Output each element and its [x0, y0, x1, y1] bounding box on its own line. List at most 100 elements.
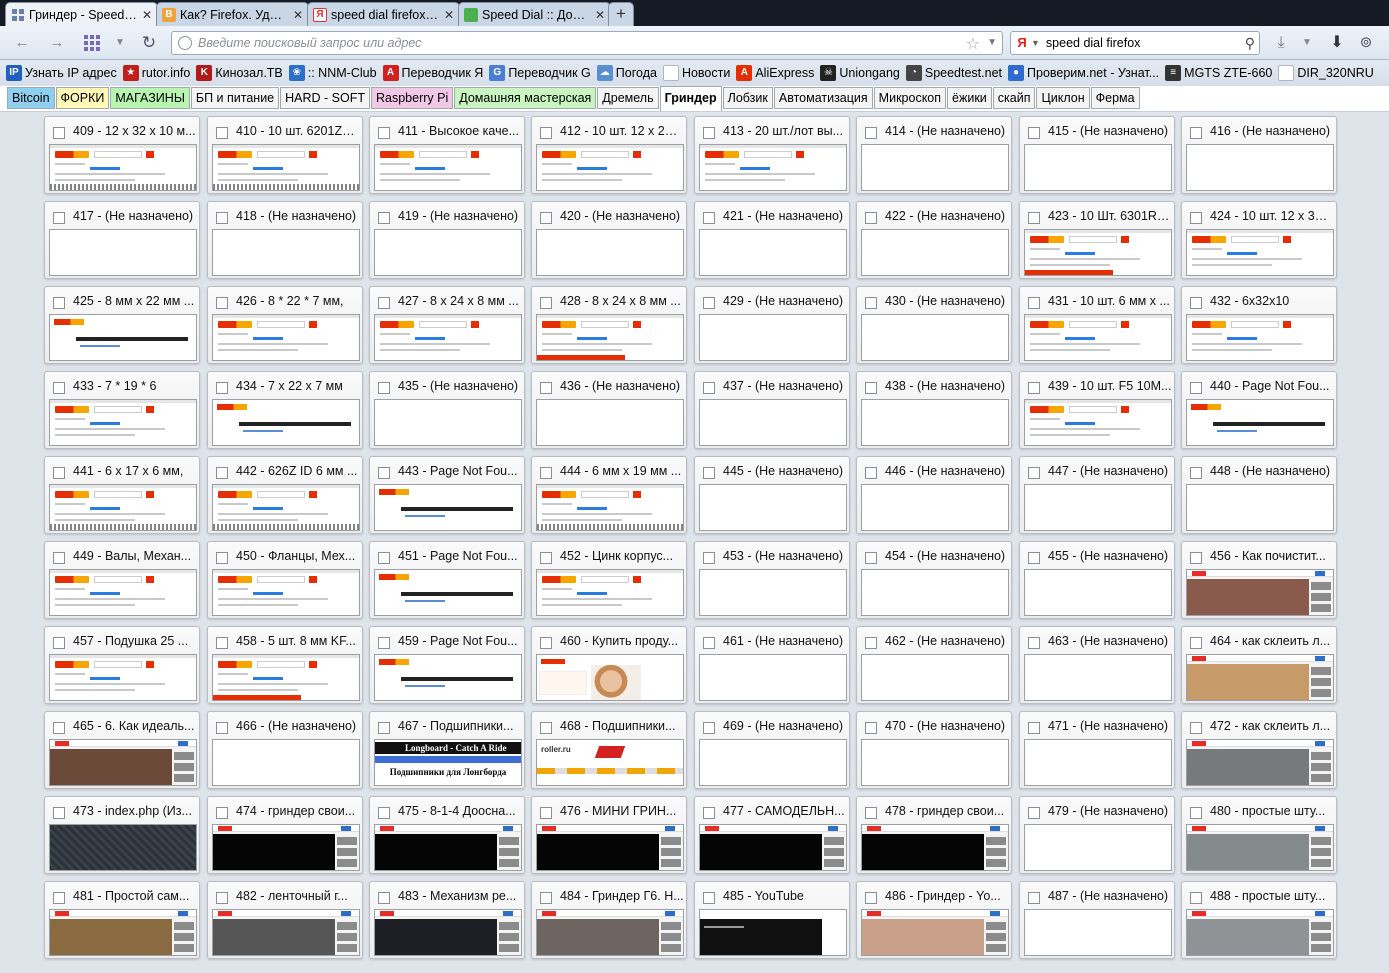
speed-dial-item[interactable]: 484 - Гриндер Г6. Н...: [531, 881, 687, 959]
dial-thumbnail[interactable]: [1024, 569, 1172, 616]
select-checkbox[interactable]: [216, 467, 228, 479]
dial-thumbnail[interactable]: [49, 824, 197, 871]
dial-thumbnail[interactable]: [49, 739, 197, 786]
speed-dial-item[interactable]: 440 - Page Not Fou...: [1181, 371, 1337, 449]
dial-thumbnail[interactable]: [212, 399, 360, 446]
speed-dial-item[interactable]: 450 - Фланцы, Мех...: [207, 541, 363, 619]
dial-thumbnail[interactable]: [212, 229, 360, 276]
bookmark-item[interactable]: ≡ MGTS ZTE-660: [1165, 65, 1272, 81]
select-checkbox[interactable]: [540, 637, 552, 649]
dial-thumbnail[interactable]: [212, 569, 360, 616]
dial-thumbnail[interactable]: [861, 399, 1009, 446]
speed-dial-item[interactable]: 429 - (Не назначено): [694, 286, 850, 364]
dial-thumbnail[interactable]: [861, 569, 1009, 616]
dial-thumbnail[interactable]: [1024, 909, 1172, 956]
download-icon[interactable]: ⬇: [1327, 33, 1347, 53]
speed-dial-item[interactable]: 465 - 6. Как идеаль...: [44, 711, 200, 789]
select-checkbox[interactable]: [53, 127, 65, 139]
dial-thumbnail[interactable]: [212, 144, 360, 191]
dial-thumbnail[interactable]: [212, 909, 360, 956]
group-tab[interactable]: Лобзик: [722, 87, 773, 109]
speed-dial-item[interactable]: 420 - (Не назначено): [531, 201, 687, 279]
dial-thumbnail[interactable]: [536, 484, 684, 531]
speed-dial-item[interactable]: 427 - 8 x 24 x 8 мм ...: [369, 286, 525, 364]
dial-thumbnail[interactable]: [374, 229, 522, 276]
speed-dial-item[interactable]: 432 - 6x32x10: [1181, 286, 1337, 364]
select-checkbox[interactable]: [216, 722, 228, 734]
dial-thumbnail[interactable]: [699, 654, 847, 701]
select-checkbox[interactable]: [53, 467, 65, 479]
select-checkbox[interactable]: [1190, 467, 1202, 479]
speed-dial-item[interactable]: 430 - (Не назначено): [856, 286, 1012, 364]
select-checkbox[interactable]: [378, 467, 390, 479]
select-checkbox[interactable]: [865, 382, 877, 394]
speed-dial-item[interactable]: 474 - гриндер свои...: [207, 796, 363, 874]
dial-thumbnail[interactable]: [374, 654, 522, 701]
dial-thumbnail[interactable]: [374, 144, 522, 191]
dial-thumbnail[interactable]: [49, 909, 197, 956]
speed-dial-item[interactable]: 471 - (Не назначено): [1019, 711, 1175, 789]
dial-thumbnail[interactable]: [861, 314, 1009, 361]
select-checkbox[interactable]: [216, 892, 228, 904]
dial-thumbnail[interactable]: [1024, 229, 1172, 276]
select-checkbox[interactable]: [378, 807, 390, 819]
speed-dial-item[interactable]: 437 - (Не назначено): [694, 371, 850, 449]
speed-dial-item[interactable]: 470 - (Не назначено): [856, 711, 1012, 789]
speed-dial-item[interactable]: 464 - как склеить л...: [1181, 626, 1337, 704]
dial-thumbnail[interactable]: [1186, 229, 1334, 276]
select-checkbox[interactable]: [540, 212, 552, 224]
dial-thumbnail[interactable]: [49, 144, 197, 191]
dial-thumbnail[interactable]: [536, 144, 684, 191]
speed-dial-item[interactable]: 453 - (Не назначено): [694, 541, 850, 619]
select-checkbox[interactable]: [703, 297, 715, 309]
search-engine-chevron-icon[interactable]: ▼: [1031, 38, 1040, 48]
select-checkbox[interactable]: [1190, 212, 1202, 224]
group-tab[interactable]: Дремель: [597, 87, 659, 109]
dial-thumbnail[interactable]: [1024, 399, 1172, 446]
speed-dial-item[interactable]: 462 - (Не назначено): [856, 626, 1012, 704]
bookmark-item[interactable]: A AliExpress: [736, 65, 814, 81]
group-tab[interactable]: Bitcoin: [7, 87, 55, 109]
select-checkbox[interactable]: [216, 807, 228, 819]
select-checkbox[interactable]: [378, 297, 390, 309]
speed-dial-item[interactable]: 411 - Высокое каче...: [369, 116, 525, 194]
select-checkbox[interactable]: [53, 382, 65, 394]
speed-dial-item[interactable]: 459 - Page Not Fou...: [369, 626, 525, 704]
bookmark-item[interactable]: A Переводчик Я: [382, 65, 483, 81]
dial-thumbnail[interactable]: Longboard - Catch A Ride Подшипники для Л…: [374, 739, 522, 786]
speed-dial-item[interactable]: 478 - гриндер свои...: [856, 796, 1012, 874]
group-tab[interactable]: Гриндер: [659, 86, 722, 111]
yandex-engine-icon[interactable]: Я: [1015, 35, 1029, 51]
search-input[interactable]: [1045, 36, 1246, 50]
speed-dial-item[interactable]: 451 - Page Not Fou...: [369, 541, 525, 619]
bookmark-item[interactable]: ❀:: NNM-Club: [288, 65, 377, 81]
speed-dial-item[interactable]: 421 - (Не назначено): [694, 201, 850, 279]
bookmark-item[interactable]: ☁ Погода: [596, 65, 657, 81]
search-bar[interactable]: Я ▼ ⚲: [1010, 31, 1260, 55]
dial-thumbnail[interactable]: [699, 144, 847, 191]
speed-dial-item[interactable]: 413 - 20 шт./лот вы...: [694, 116, 850, 194]
group-tab[interactable]: скайп: [992, 87, 1036, 109]
dial-thumbnail[interactable]: [49, 654, 197, 701]
select-checkbox[interactable]: [53, 212, 65, 224]
dial-thumbnail[interactable]: [536, 909, 684, 956]
close-icon[interactable]: ✕: [443, 8, 455, 22]
select-checkbox[interactable]: [1190, 892, 1202, 904]
speed-dial-item[interactable]: 448 - (Не назначено): [1181, 456, 1337, 534]
group-tab[interactable]: Циклон: [1036, 87, 1090, 109]
dial-thumbnail[interactable]: [536, 399, 684, 446]
dial-thumbnail[interactable]: [374, 399, 522, 446]
select-checkbox[interactable]: [378, 127, 390, 139]
dial-thumbnail[interactable]: [49, 229, 197, 276]
speed-dial-item[interactable]: 433 - 7 * 19 * 6: [44, 371, 200, 449]
dial-thumbnail[interactable]: [699, 909, 847, 956]
dial-thumbnail[interactable]: [1024, 824, 1172, 871]
dial-thumbnail[interactable]: [374, 569, 522, 616]
downloads-chevron-icon[interactable]: ▼: [1297, 33, 1317, 53]
speed-dial-item[interactable]: 435 - (Не назначено): [369, 371, 525, 449]
speed-dial-grid-icon[interactable]: [84, 33, 102, 53]
speed-dial-item[interactable]: 444 - 6 мм x 19 мм ...: [531, 456, 687, 534]
speed-dial-item[interactable]: 452 - Цинк корпус...: [531, 541, 687, 619]
dial-thumbnail[interactable]: roller.ru: [536, 739, 684, 786]
group-tab[interactable]: Raspberry Pi: [371, 87, 454, 109]
